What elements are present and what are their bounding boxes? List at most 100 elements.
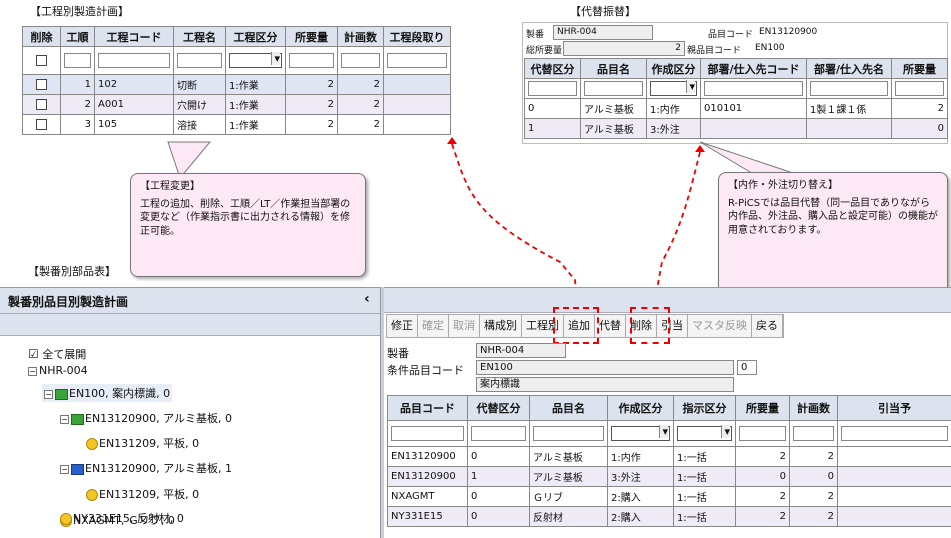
cond-item-label: 条件品目コード (387, 364, 464, 377)
confirm-button[interactable]: 確定 (418, 315, 449, 337)
main-cell-plan: 2 (789, 486, 838, 507)
tree-node-label: EN131209, 平板, 0 (99, 437, 200, 450)
main-cell-inst: 1:一括 (673, 486, 736, 507)
main-cell-alloc (837, 446, 951, 467)
left-panel-header: 製番別品目別製造計画 ‹ (0, 288, 380, 314)
cond-item-name: 案内標識 (476, 377, 734, 392)
alternate-button[interactable]: 代替 (595, 315, 626, 337)
collapse-node-icon[interactable]: − (28, 366, 37, 376)
collapse-icon[interactable]: ‹ (364, 291, 370, 307)
left-panel-title: 製番別品目別製造計画 (8, 295, 129, 309)
tree-node[interactable]: NY331E15, 反射材, 0 (60, 510, 184, 526)
main-cell-inst: 1:一括 (673, 506, 736, 527)
subcontract-title: 【内作・外注切り替え】 (728, 180, 838, 191)
main-cell-alt: 0 (467, 486, 530, 507)
master-apply-button[interactable]: マスタ反映 (688, 315, 752, 337)
main-cell-alloc (837, 466, 951, 487)
main-cell-code: NY331E15 (387, 506, 468, 527)
alt-tab-arrow (654, 151, 701, 301)
seiban-label: 製番 (387, 347, 409, 360)
expand-all-label: 全て展開 (42, 348, 87, 361)
main-cell-make: 1:内作 (607, 446, 674, 467)
cancel-button[interactable]: 取消 (449, 315, 480, 337)
main-cell-make: 3:外注 (607, 466, 674, 487)
collapse-node-icon[interactable]: − (60, 414, 69, 424)
table-row[interactable]: EN13120900 0 アルミ基板 1:内作 1:一括 2 2 (387, 446, 951, 467)
main-cell-inst: 1:一括 (673, 446, 736, 467)
main-cell-name: アルミ基板 (529, 446, 608, 467)
main-cell-name: アルミ基板 (529, 466, 608, 487)
process-change-body: 工程の追加、削除、工順／LT／作業担当部署の変更など（作業指示書に出力される情報… (140, 198, 351, 237)
main-cell-code: EN13120900 (387, 466, 468, 487)
tree-node-label: NY331E15, 反射材, 0 (73, 512, 184, 525)
main-col-header-plan[interactable]: 計画数 (789, 395, 838, 421)
main-col-header-inst[interactable]: 指示区分 (673, 395, 736, 421)
main-col-header-make[interactable]: 作成区分 (607, 395, 674, 421)
main-filter-name-input[interactable] (533, 426, 604, 441)
main-cell-required: 2 (735, 506, 790, 527)
subcontract-callout: 【内作・外注切り替え】 R-PiCSでは品目代替（同一品目でありながら内作品、外… (718, 172, 948, 296)
tree-node[interactable]: EN131209, 平板, 0 (86, 486, 199, 502)
table-row[interactable]: NY331E15 0 反射材 2:購入 1:一括 2 2 (387, 506, 951, 527)
tree-node-label: EN131209, 平板, 0 (99, 488, 200, 501)
purchased-part-icon (60, 513, 72, 525)
main-filter-make-select[interactable] (611, 425, 670, 441)
by-structure-button[interactable]: 構成別 (480, 315, 522, 337)
table-row[interactable]: EN13120900 1 アルミ基板 3:外注 1:一括 0 0 (387, 466, 951, 487)
main-cell-inst: 1:一括 (673, 466, 736, 487)
main-col-header-code[interactable]: 品目コード (387, 395, 468, 421)
cond-item-value: EN100 (476, 360, 734, 375)
main-cell-code: EN13120900 (387, 446, 468, 467)
edit-button[interactable]: 修正 (387, 315, 418, 337)
collapse-node-icon[interactable]: − (60, 464, 69, 474)
left-panel-subheader (0, 314, 380, 336)
main-cell-required: 2 (735, 486, 790, 507)
main-filter-inst-select[interactable] (677, 425, 732, 441)
main-col-header-alt[interactable]: 代替区分 (467, 395, 530, 421)
main-filter-required-input[interactable] (739, 426, 786, 441)
alt-tab-arrowhead (695, 145, 705, 152)
main-cell-plan: 0 (789, 466, 838, 487)
collapse-node-icon[interactable]: − (44, 389, 53, 399)
tree-node-label: EN100, 案内標識, 0 (69, 387, 171, 400)
main-cell-code: NXAGMT (387, 486, 468, 507)
main-cell-plan: 2 (789, 446, 838, 467)
tree-node[interactable]: − EN100, 案内標識, 0 (42, 384, 173, 402)
main-filter-code-input[interactable] (391, 426, 464, 441)
tree-node[interactable]: − EN13120900, アルミ基板, 0 (60, 410, 232, 426)
main-cell-alt: 0 (467, 506, 530, 527)
main-filter-alloc-input[interactable] (841, 426, 948, 441)
purchased-part-icon (86, 438, 98, 450)
tree-node[interactable]: EN131209, 平板, 0 (86, 435, 199, 451)
assembly-icon (71, 413, 84, 425)
tree-root-label: NHR-004 (39, 364, 88, 377)
table-row[interactable]: NXAGMT 0 Ｇリブ 2:購入 1:一括 2 2 (387, 486, 951, 507)
main-cell-name: Ｇリブ (529, 486, 608, 507)
expand-all-toggle[interactable]: ☑ 全て展開 (28, 346, 86, 362)
main-filter-alt-input[interactable] (471, 426, 526, 441)
main-cell-make: 2:購入 (607, 506, 674, 527)
process-change-title: 【工程変更】 (140, 181, 200, 192)
tree-root[interactable]: − NHR-004 (28, 364, 88, 377)
tree-node[interactable]: − EN13120900, アルミ基板, 1 (60, 460, 232, 476)
assembly-icon (55, 388, 68, 400)
panel-splitter[interactable] (380, 287, 384, 538)
main-col-header-name[interactable]: 品目名 (529, 395, 608, 421)
process-tab-highlight (553, 307, 599, 344)
outsourced-icon (71, 463, 84, 475)
tree-node-label: EN13120900, アルミ基板, 0 (85, 412, 233, 425)
cond-item-num: 0 (737, 360, 757, 375)
main-col-header-alloc[interactable]: 引当予 (837, 395, 951, 421)
process-change-callout: 【工程変更】 工程の追加、削除、工順／LT／作業担当部署の変更など（作業指示書に… (130, 173, 366, 277)
main-cell-alloc (837, 506, 951, 527)
seiban-value: NHR-004 (476, 343, 566, 358)
back-button[interactable]: 戻る (752, 315, 783, 337)
main-cell-required: 2 (735, 446, 790, 467)
subcontract-body: R-PiCSでは品目代替（同一品目でありながら内作品、外注品、購入品と設定可能）… (728, 197, 938, 236)
main-cell-required: 0 (735, 466, 790, 487)
main-cell-alt: 0 (467, 446, 530, 467)
alt-tab-highlight (630, 307, 670, 344)
main-col-header-required[interactable]: 所要量 (735, 395, 790, 421)
left-panel: 製番別品目別製造計画 ‹ ☑ 全て展開 − NHR-004 − EN100, 案内標… (0, 287, 380, 538)
main-filter-plan-input[interactable] (793, 426, 834, 441)
